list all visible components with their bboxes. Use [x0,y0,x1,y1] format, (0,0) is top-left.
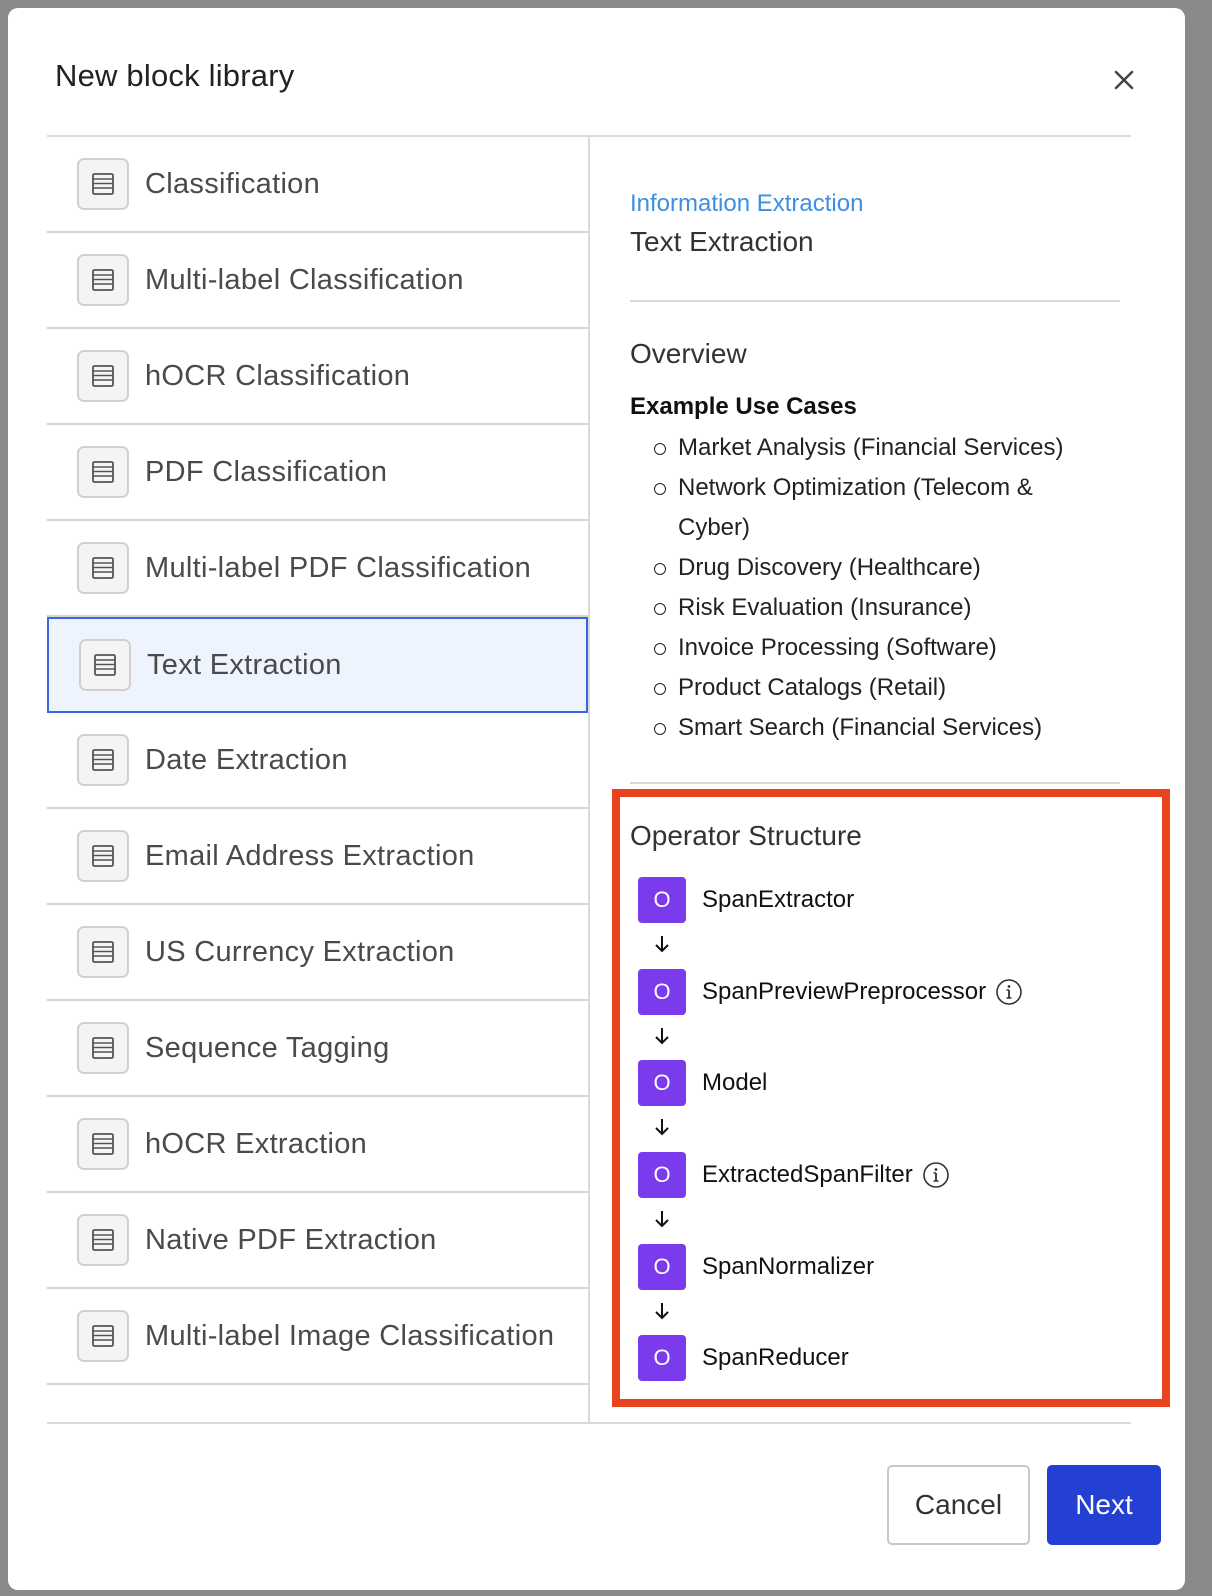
list-icon [77,926,129,978]
operator-structure-title: Operator Structure [630,820,862,851]
list-icon [77,734,129,786]
list-icon [77,830,129,882]
block-item-label: Native PDF Extraction [145,1223,437,1256]
block-item-label: hOCR Classification [145,359,411,392]
block-item-label: Multi-label Classification [145,263,464,296]
operator-spanpreviewpreprocessor: O SpanPreviewPreprocessor [638,969,1024,1015]
block-item-pdf-classification[interactable]: PDF Classification [47,425,588,521]
block-item-label: Date Extraction [145,743,348,776]
operator-name: SpanPreviewPreprocessor [702,978,987,1005]
operator-badge: O [638,1060,686,1106]
block-item-multi-label-classification[interactable]: Multi-label Classification [47,233,588,329]
operator-name: ExtractedSpanFilter [702,1161,913,1188]
operator-spanextractor: O SpanExtractor [638,877,854,923]
block-item-label: Multi-label Image Classification [145,1319,555,1352]
operator-name: SpanNormalizer [702,1253,875,1280]
block-list: Classification Multi-label Classification… [47,137,588,1385]
block-item-label: Multi-label PDF Classification [145,551,532,584]
block-item-email-address-extraction[interactable]: Email Address Extraction [47,809,588,905]
detail-divider [630,300,1120,302]
footer-divider [47,1422,1131,1424]
info-icon[interactable] [994,977,1024,1007]
cancel-button[interactable]: Cancel [887,1465,1030,1545]
close-button[interactable] [1104,60,1144,100]
block-item-date-extraction[interactable]: Date Extraction [47,713,588,809]
block-item-label: PDF Classification [145,455,388,488]
arrow-down-icon [651,933,673,955]
list-icon [77,1118,129,1170]
operator-name: SpanExtractor [702,886,855,913]
list-icon [79,639,131,691]
block-item-label: Text Extraction [147,648,342,681]
use-case-item: Risk Evaluation (Insurance) [654,588,1104,628]
block-item-sequence-tagging[interactable]: Sequence Tagging [47,1001,588,1097]
detail-header: Information Extraction Text Extraction [630,190,1120,258]
block-item-label: hOCR Extraction [145,1127,368,1160]
use-case-item: Network Optimization (Telecom & Cyber) [654,468,1104,548]
list-icon [77,1214,129,1266]
arrow-down-icon [651,1116,673,1138]
operator-name: SpanReducer [702,1344,849,1371]
list-icon [77,542,129,594]
block-item-multi-label-image-classification[interactable]: Multi-label Image Classification [47,1289,588,1385]
list-icon [77,446,129,498]
operator-spanreducer: O SpanReducer [638,1335,849,1381]
use-case-item: Product Catalogs (Retail) [654,668,1104,708]
arrow-down-icon [651,1025,673,1047]
breadcrumb-information-extraction[interactable]: Information Extraction [630,190,1120,218]
block-item-us-currency-extraction[interactable]: US Currency Extraction [47,905,588,1001]
operator-badge: O [638,1335,686,1381]
close-icon [1114,70,1134,90]
block-item-label: Classification [145,167,321,200]
block-item-label: US Currency Extraction [145,935,455,968]
use-case-item: Drug Discovery (Healthcare) [654,548,1104,588]
use-cases-list: Market Analysis (Financial Services) Netw… [654,428,1104,748]
info-icon[interactable] [921,1160,951,1190]
overview-title: Overview [630,338,747,369]
operator-spannormalizer: O SpanNormalizer [638,1244,874,1290]
overview-divider [630,782,1120,784]
block-item-hocr-extraction[interactable]: hOCR Extraction [47,1097,588,1193]
panel-divider [588,136,590,1423]
block-item-classification[interactable]: Classification [47,137,588,233]
block-item-hocr-classification[interactable]: hOCR Classification [47,329,588,425]
operator-extractedspanfilter: O ExtractedSpanFilter [638,1152,951,1198]
block-item-native-pdf-extraction[interactable]: Native PDF Extraction [47,1193,588,1289]
block-item-text-extraction[interactable]: Text Extraction [47,617,588,713]
arrow-down-icon [651,1208,673,1230]
block-item-label: Sequence Tagging [145,1031,390,1064]
operator-badge: O [638,877,686,923]
operator-badge: O [638,1152,686,1198]
use-case-item: Invoice Processing (Software) [654,628,1104,668]
list-icon [77,1022,129,1074]
detail-title: Text Extraction [630,226,814,257]
use-cases-title: Example Use Cases [630,393,857,420]
list-icon [77,158,129,210]
modal-title: New block library [55,58,295,93]
operator-model: O Model [638,1060,767,1106]
list-icon [77,254,129,306]
list-icon [77,350,129,402]
arrow-down-icon [651,1300,673,1322]
block-item-label: Email Address Extraction [145,839,475,872]
operator-badge: O [638,1244,686,1290]
use-case-item: Smart Search (Financial Services) [654,708,1104,748]
operator-name: Model [702,1069,768,1096]
next-button[interactable]: Next [1047,1465,1161,1545]
list-icon [77,1310,129,1362]
operator-badge: O [638,969,686,1015]
block-item-multi-label-pdf-classification[interactable]: Multi-label PDF Classification [47,521,588,617]
use-case-item: Market Analysis (Financial Services) [654,428,1104,468]
